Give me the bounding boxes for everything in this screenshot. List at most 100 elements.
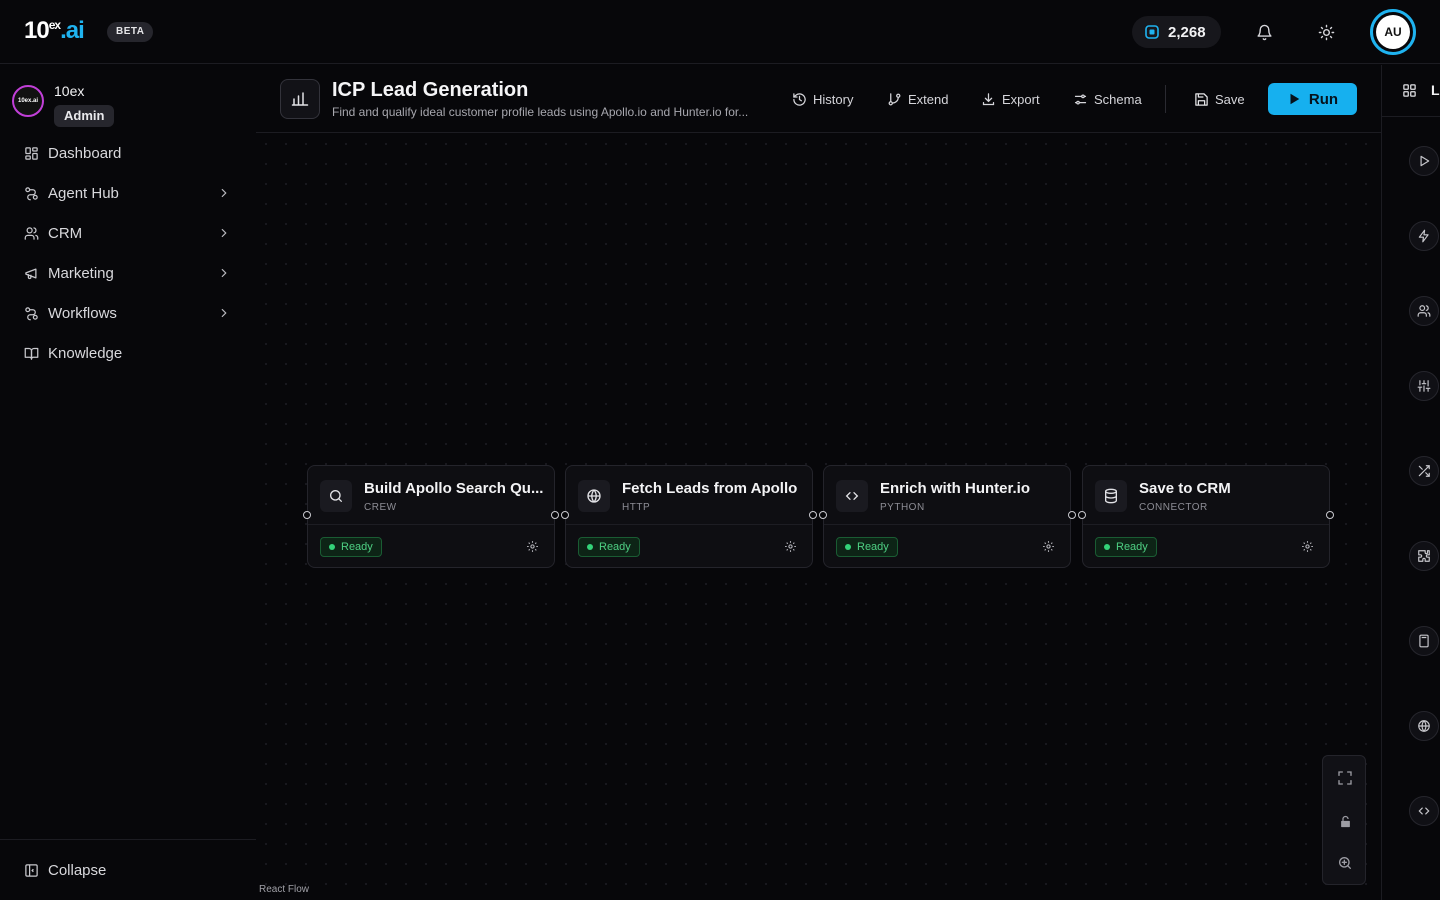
history-icon <box>792 92 807 107</box>
workflow-node[interactable]: Save to CRM CONNECTOR Ready <box>1082 465 1330 568</box>
gear-icon[interactable] <box>1042 540 1055 553</box>
gear-icon[interactable] <box>1301 540 1314 553</box>
workflow-icon <box>24 186 39 201</box>
beta-badge: BETA <box>107 22 154 42</box>
rail-header-label: Li <box>1431 82 1440 98</box>
gear-icon[interactable] <box>784 540 797 553</box>
collapse-label: Collapse <box>48 861 107 879</box>
megaphone-icon <box>24 266 39 281</box>
credits-balance[interactable]: 2,268 <box>1132 16 1221 48</box>
sidebar-item-label: Workflows <box>48 304 117 322</box>
zoom-in-icon[interactable] <box>1336 854 1354 872</box>
lock-icon[interactable] <box>1336 812 1354 830</box>
page-description: Find and qualify ideal customer profile … <box>332 105 749 119</box>
sidebar-item-crm[interactable]: CRM <box>0 213 256 253</box>
users-icon <box>24 226 39 241</box>
sidebar-item-label: Knowledge <box>48 344 123 362</box>
database-icon <box>1095 480 1127 512</box>
status-badge: Ready <box>836 537 898 557</box>
fit-view-icon[interactable] <box>1336 769 1354 787</box>
collapse-sidebar-button[interactable]: Collapse <box>0 839 256 900</box>
sidebar-item-label: Dashboard <box>48 144 122 162</box>
users-icon[interactable] <box>1409 296 1439 326</box>
sidebar-item-dashboard[interactable]: Dashboard <box>0 133 256 173</box>
globe-icon <box>578 480 610 512</box>
download-icon <box>981 92 996 107</box>
status-badge: Ready <box>320 537 382 557</box>
calculator-icon[interactable] <box>1409 626 1439 656</box>
node-output-handle[interactable] <box>809 511 817 519</box>
book-icon <box>24 346 39 361</box>
org-switcher[interactable]: 10ex.ai 10ex Admin <box>12 83 115 127</box>
play-icon[interactable] <box>1409 146 1439 176</box>
org-logo: 10ex.ai <box>12 85 44 117</box>
node-output-handle[interactable] <box>1068 511 1076 519</box>
node-type: CONNECTOR <box>1139 502 1208 513</box>
node-divider <box>1083 524 1329 525</box>
history-button[interactable]: History <box>792 88 853 110</box>
node-input-handle[interactable] <box>819 511 827 519</box>
workflow-canvas[interactable]: Build Apollo Search Qu... CREW Ready Fet… <box>256 134 1381 900</box>
puzzle-icon[interactable] <box>1409 541 1439 571</box>
avatar-initials: AU <box>1376 15 1410 49</box>
chart-bar-icon <box>280 79 320 119</box>
canvas-controls <box>1322 755 1366 885</box>
org-name: 10ex <box>54 83 85 99</box>
node-type: PYTHON <box>880 502 925 513</box>
node-type: HTTP <box>622 502 651 513</box>
sidebar-item-agent-hub[interactable]: Agent Hub <box>0 173 256 213</box>
node-input-handle[interactable] <box>561 511 569 519</box>
export-button[interactable]: Export <box>981 88 1040 110</box>
node-title: Save to CRM <box>1139 480 1231 497</box>
status-badge: Ready <box>1095 537 1157 557</box>
globe-icon[interactable] <box>1409 711 1439 741</box>
grid-icon <box>1402 83 1417 98</box>
notifications-bell-icon[interactable] <box>1252 20 1276 44</box>
workflow-header: ICP Lead Generation Find and qualify ide… <box>256 65 1381 133</box>
status-dot <box>329 544 335 550</box>
node-input-handle[interactable] <box>303 511 311 519</box>
header-divider <box>1165 85 1166 113</box>
sliders-icon[interactable] <box>1409 371 1439 401</box>
workflow-node[interactable]: Enrich with Hunter.io PYTHON Ready <box>823 465 1071 568</box>
chevron-right-icon <box>217 266 231 280</box>
status-dot <box>587 544 593 550</box>
sidebar-item-workflows[interactable]: Workflows <box>0 293 256 333</box>
right-panel-rail: Li <box>1381 65 1440 900</box>
shuffle-icon[interactable] <box>1409 456 1439 486</box>
node-divider <box>824 524 1070 525</box>
app-logo[interactable]: 10 ex .ai <box>24 18 85 44</box>
code-icon[interactable] <box>1409 796 1439 826</box>
dashboard-icon <box>24 146 39 161</box>
node-output-handle[interactable] <box>551 511 559 519</box>
theme-toggle-sun-icon[interactable] <box>1314 20 1338 44</box>
react-flow-attribution[interactable]: React Flow <box>259 884 309 895</box>
sidebar-item-label: Marketing <box>48 264 114 282</box>
node-title: Enrich with Hunter.io <box>880 480 1031 497</box>
node-divider <box>566 524 812 525</box>
rail-header[interactable]: Li <box>1382 65 1440 117</box>
schema-button[interactable]: Schema <box>1073 88 1142 110</box>
node-input-handle[interactable] <box>1078 511 1086 519</box>
sliders-icon <box>1073 92 1088 107</box>
run-button[interactable]: Run <box>1268 83 1357 115</box>
workflow-node[interactable]: Fetch Leads from Apollo HTTP Ready <box>565 465 813 568</box>
search-icon <box>320 480 352 512</box>
user-avatar[interactable]: AU <box>1370 9 1416 55</box>
save-button[interactable]: Save <box>1194 88 1245 110</box>
node-type: CREW <box>364 502 397 513</box>
chevron-right-icon <box>217 186 231 200</box>
gear-icon[interactable] <box>526 540 539 553</box>
lightning-icon[interactable] <box>1409 221 1439 251</box>
role-badge: Admin <box>54 105 115 127</box>
node-title: Fetch Leads from Apollo <box>622 480 798 497</box>
git-branch-icon <box>887 92 902 107</box>
workflow-icon <box>24 306 39 321</box>
extend-button[interactable]: Extend <box>887 88 948 110</box>
save-icon <box>1194 92 1209 107</box>
sidebar-item-knowledge[interactable]: Knowledge <box>0 333 256 373</box>
node-output-handle[interactable] <box>1326 511 1334 519</box>
node-title: Build Apollo Search Qu... <box>364 480 544 497</box>
workflow-node[interactable]: Build Apollo Search Qu... CREW Ready <box>307 465 555 568</box>
sidebar-item-marketing[interactable]: Marketing <box>0 253 256 293</box>
